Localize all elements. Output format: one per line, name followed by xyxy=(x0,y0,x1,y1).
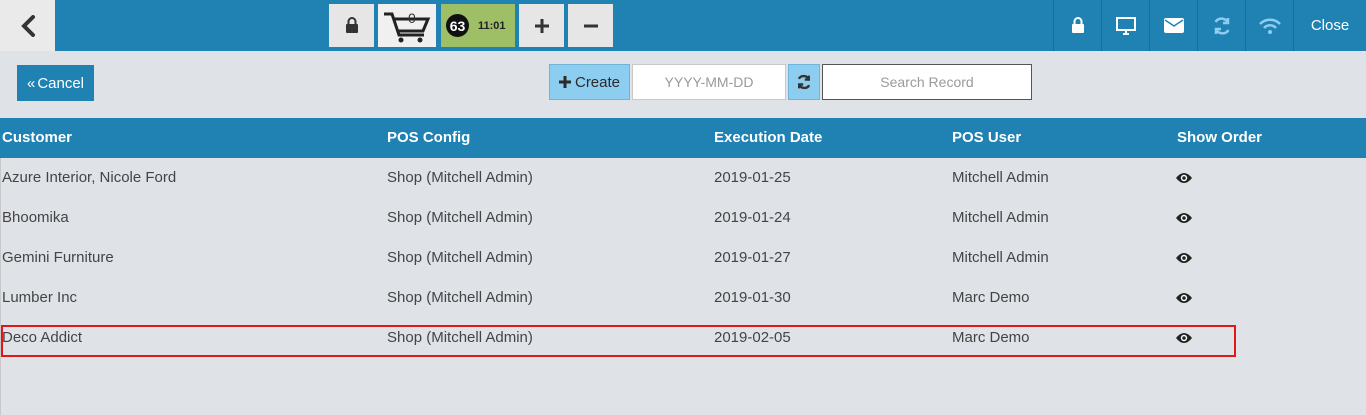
customer-display-button[interactable] xyxy=(1101,0,1149,51)
table-row[interactable]: Azure Interior, Nicole Ford Shop (Mitche… xyxy=(0,158,1366,198)
create-button[interactable]: Create xyxy=(549,64,630,100)
cell-execution-date: 2019-01-24 xyxy=(714,209,791,226)
wifi-icon xyxy=(1258,18,1281,34)
monitor-icon xyxy=(1115,16,1136,35)
cell-pos-user: Mitchell Admin xyxy=(952,209,1049,226)
cancel-button[interactable]: « Cancel xyxy=(17,65,94,101)
table-row[interactable]: Bhoomika Shop (Mitchell Admin) 2019-01-2… xyxy=(0,198,1366,238)
cancel-label: Cancel xyxy=(37,74,85,92)
session-timer[interactable]: 63 11:01 xyxy=(441,4,515,47)
cell-pos-config: Shop (Mitchell Admin) xyxy=(387,169,533,186)
sync-icon xyxy=(1213,16,1230,35)
minus-icon xyxy=(583,24,598,27)
top-bar: 0 63 11:01 Close xyxy=(0,0,1366,51)
header-show-order: Show Order xyxy=(1177,129,1263,146)
plus-icon xyxy=(558,76,571,88)
cell-execution-date: 2019-01-27 xyxy=(714,249,791,266)
timer-badge: 63 xyxy=(446,14,469,37)
cart-icon xyxy=(384,12,431,42)
refresh-icon xyxy=(797,74,811,90)
cell-pos-user: Mitchell Admin xyxy=(952,169,1049,186)
table-row[interactable]: Deco Addict Shop (Mitchell Admin) 2019-0… xyxy=(0,318,1366,358)
plus-button[interactable] xyxy=(519,4,564,47)
cell-pos-user: Marc Demo xyxy=(952,329,1030,346)
lock-button[interactable] xyxy=(329,4,374,47)
cell-customer: Deco Addict xyxy=(2,329,83,346)
cell-execution-date: 2019-01-30 xyxy=(714,289,791,306)
cell-pos-config: Shop (Mitchell Admin) xyxy=(387,289,533,306)
timer-time: 11:01 xyxy=(478,19,506,32)
table-row[interactable]: Lumber Inc Shop (Mitchell Admin) 2019-01… xyxy=(0,278,1366,318)
date-input[interactable] xyxy=(632,64,786,100)
plus-icon xyxy=(534,18,549,33)
table-header: Customer POS Config Execution Date POS U… xyxy=(0,118,1366,158)
eye-icon[interactable] xyxy=(1175,171,1193,185)
close-button[interactable]: Close xyxy=(1293,0,1366,51)
envelope-icon xyxy=(1163,18,1184,33)
cart-button[interactable]: 0 xyxy=(378,4,436,47)
message-button[interactable] xyxy=(1149,0,1197,51)
header-customer: Customer xyxy=(2,129,73,146)
status-icons: Close xyxy=(1053,0,1366,51)
cell-pos-config: Shop (Mitchell Admin) xyxy=(387,209,533,226)
eye-icon[interactable] xyxy=(1175,291,1193,305)
header-pos-config: POS Config xyxy=(387,129,471,146)
cart-count: 0 xyxy=(408,10,416,26)
lock-screen-button[interactable] xyxy=(1053,0,1101,51)
header-execution-date: Execution Date xyxy=(714,129,823,146)
double-chevron-left-icon: « xyxy=(26,74,36,92)
proxy-status-button[interactable] xyxy=(1245,0,1293,51)
back-button[interactable] xyxy=(0,0,55,51)
lock-icon xyxy=(345,17,358,33)
header-pos-user: POS User xyxy=(952,129,1022,146)
cell-pos-config: Shop (Mitchell Admin) xyxy=(387,249,533,266)
create-label: Create xyxy=(574,73,621,91)
cell-customer: Lumber Inc xyxy=(2,289,78,306)
eye-icon[interactable] xyxy=(1175,251,1193,265)
cell-pos-user: Marc Demo xyxy=(952,289,1030,306)
cell-execution-date: 2019-01-25 xyxy=(714,169,791,186)
sync-button[interactable] xyxy=(1197,0,1245,51)
cell-customer: Bhoomika xyxy=(2,209,69,226)
lock-icon xyxy=(1071,17,1084,33)
chevron-left-icon xyxy=(20,14,35,37)
cell-execution-date: 2019-02-05 xyxy=(714,329,791,346)
cell-pos-user: Mitchell Admin xyxy=(952,249,1049,266)
cell-customer: Azure Interior, Nicole Ford xyxy=(2,169,177,186)
refresh-button[interactable] xyxy=(788,64,820,100)
minus-button[interactable] xyxy=(568,4,613,47)
eye-icon[interactable] xyxy=(1175,211,1193,225)
search-input[interactable] xyxy=(822,64,1032,100)
table-row[interactable]: Gemini Furniture Shop (Mitchell Admin) 2… xyxy=(0,238,1366,278)
cell-pos-config: Shop (Mitchell Admin) xyxy=(387,329,533,346)
eye-icon[interactable] xyxy=(1175,331,1193,345)
cell-customer: Gemini Furniture xyxy=(2,249,114,266)
